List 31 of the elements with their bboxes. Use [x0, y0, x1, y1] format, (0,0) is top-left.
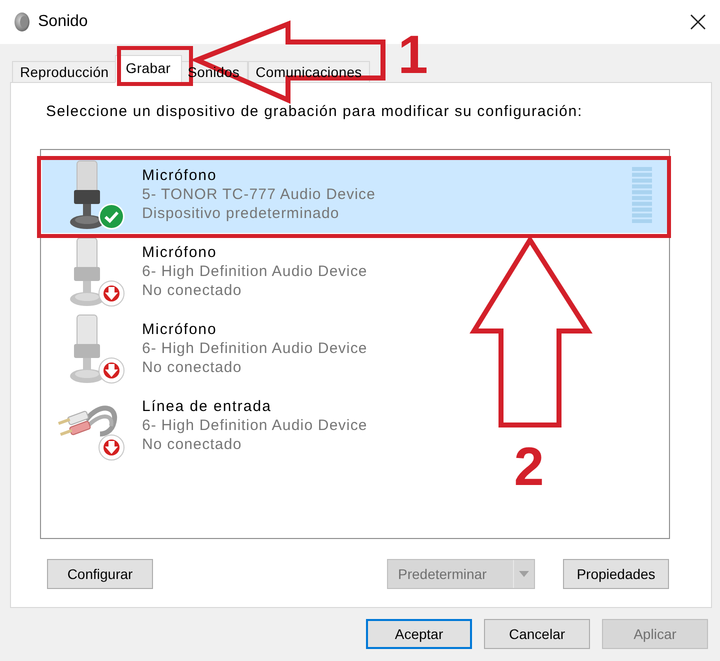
- device-description: 6- High Definition Audio Device: [142, 416, 368, 435]
- window-title: Sonido: [38, 13, 89, 31]
- annotation-number: 2: [514, 440, 544, 494]
- device-status: Dispositivo predeterminado: [142, 204, 340, 223]
- tab[interactable]: Reproducción: [12, 61, 117, 83]
- device-name: Línea de entrada: [142, 397, 272, 416]
- device-name: Micrófono: [142, 243, 218, 262]
- dialog-button[interactable]: Aceptar: [366, 619, 472, 649]
- caret-icon: [519, 571, 529, 577]
- device-name: Micrófono: [142, 166, 218, 185]
- push-button[interactable]: Configurar: [47, 559, 153, 589]
- device-status: No conectado: [142, 435, 243, 454]
- level-meter-icon: [632, 166, 652, 222]
- device-description: 6- High Definition Audio Device: [142, 339, 368, 358]
- tab[interactable]: Grabar: [114, 55, 182, 83]
- microphone-icon: [68, 160, 104, 230]
- microphone-icon: [68, 314, 104, 384]
- device-status: No conectado: [142, 281, 243, 300]
- close-icon[interactable]: [690, 14, 706, 30]
- instruction-text: Seleccione un dispositivo de grabación para modificar su configuración:: [46, 103, 584, 121]
- device-row[interactable]: Micrófono 6- High Definition Audio Device No conectado: [42, 310, 668, 387]
- device-name: Micrófono: [142, 320, 218, 339]
- annotation-number: 1: [398, 28, 428, 82]
- device-description: 5- TONOR TC-777 Audio Device: [142, 185, 376, 204]
- dialog-button[interactable]: Cancelar: [484, 619, 590, 649]
- device-status: No conectado: [142, 358, 243, 377]
- device-row[interactable]: Micrófono 6- High Definition Audio Device No conectado: [42, 233, 668, 310]
- device-description: 6- High Definition Audio Device: [142, 262, 368, 281]
- microphone-icon: [68, 236, 104, 306]
- push-button[interactable]: Propiedades: [563, 559, 669, 589]
- speaker-icon: [14, 12, 30, 32]
